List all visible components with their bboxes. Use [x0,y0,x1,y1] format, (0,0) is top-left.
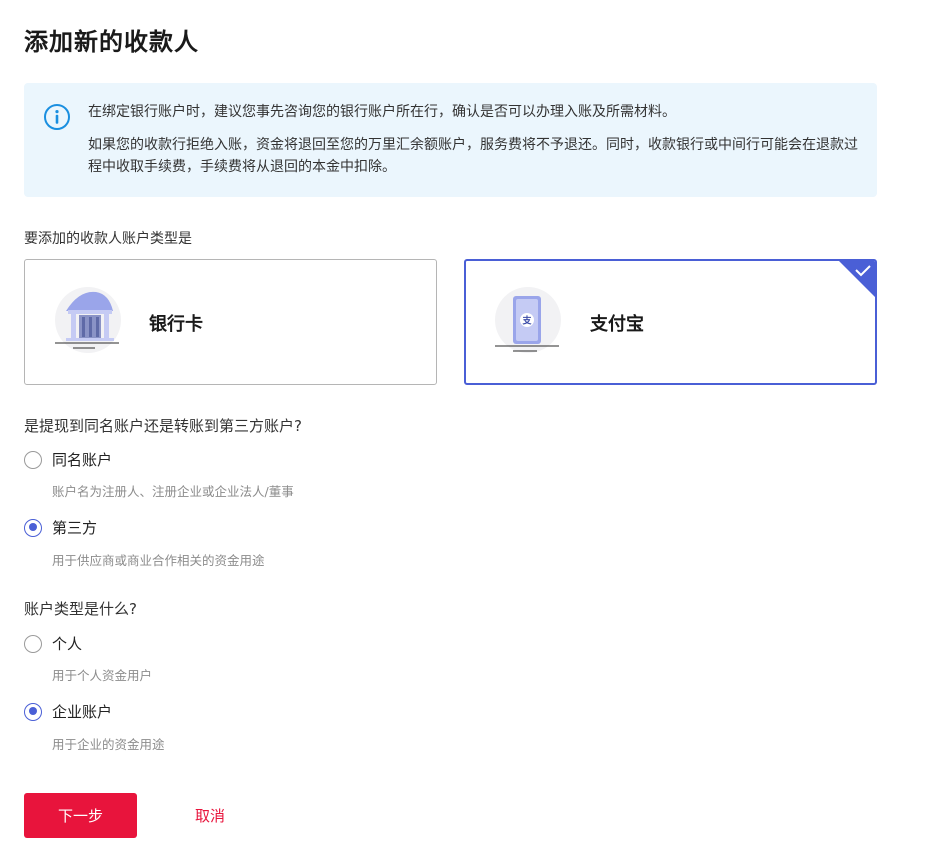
radio-description: 用于企业的资金用途 [52,737,165,752]
page-title: 添加新的收款人 [24,28,199,56]
transfer-target-question: 是提现到同名账户还是转账到第三方账户? [24,417,302,435]
account-type-question: 要添加的收款人账户类型是 [24,231,192,247]
bank-icon [55,287,121,353]
radio-label: 第三方 [52,519,98,537]
info-icon [44,104,70,130]
radio-label: 同名账户 [52,451,113,469]
selected-check-icon [839,261,875,297]
notice-line-1: 在绑定银行账户时，建议您事先咨询您的银行账户所在行，确认是否可以办理入账及所需材… [88,104,676,120]
notice-line-2: 如果您的收款行拒绝入账，资金将退回至您的万里汇余额账户，服务费将不予退还。同时，… [88,137,858,175]
radio-third-party[interactable]: 第三方 [24,517,97,538]
radio-label: 个人 [52,635,83,653]
info-notice: 在绑定银行账户时，建议您事先咨询您的银行账户所在行，确认是否可以办理入账及所需材… [24,83,877,197]
radio-business-account[interactable]: 企业账户 [24,701,112,722]
svg-text:支: 支 [521,315,532,327]
cancel-button[interactable]: 取消 [195,805,225,826]
next-step-button[interactable]: 下一步 [24,793,137,838]
account-type-label-alipay: 支付宝 [590,314,644,335]
alipay-phone-icon: 支 [495,287,561,353]
holder-type-question: 账户类型是什么? [24,600,137,618]
radio-description: 用于个人资金用户 [52,668,153,683]
radio-circle-checked[interactable] [24,518,42,537]
radio-circle[interactable] [24,450,42,469]
radio-description: 用于供应商或商业合作相关的资金用途 [52,553,265,568]
account-type-card-alipay[interactable]: 支 支付宝 [464,259,877,385]
radio-individual[interactable]: 个人 [24,633,82,654]
account-type-card-bank[interactable]: 银行卡 [24,259,437,385]
radio-same-name-account[interactable]: 同名账户 [24,449,112,470]
radio-description: 账户名为注册人、注册企业或企业法人/董事 [52,484,294,499]
account-type-label-bank: 银行卡 [149,314,203,335]
radio-circle-checked[interactable] [24,702,42,721]
radio-circle[interactable] [24,634,42,653]
radio-label: 企业账户 [52,703,113,721]
